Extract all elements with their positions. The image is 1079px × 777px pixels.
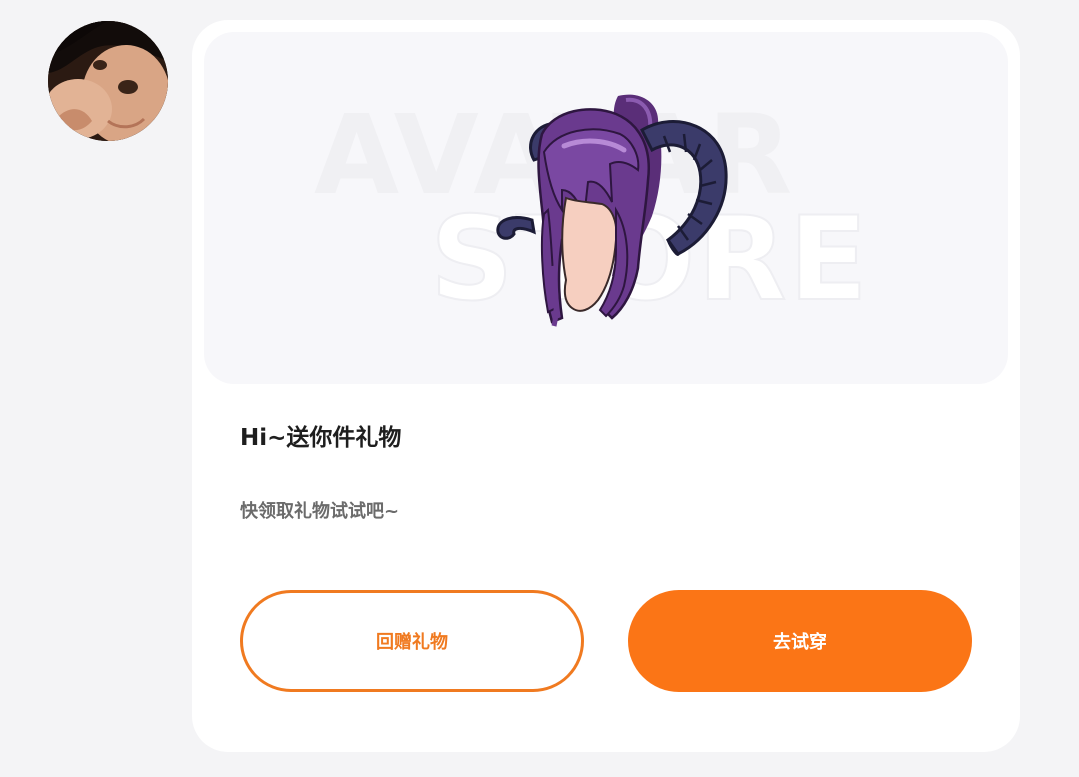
horned-hair-accessory-icon (496, 94, 728, 327)
try-on-button[interactable]: 去试穿 (628, 590, 972, 692)
return-gift-label: 回赠礼物 (376, 632, 448, 653)
gift-subtitle: 快领取礼物试试吧~ (240, 501, 400, 522)
gift-card: AVATAR STORE Hi~送你件礼物 快 (192, 20, 1020, 752)
sender-avatar[interactable] (48, 21, 168, 141)
item-preview: AVATAR STORE (204, 32, 1008, 384)
return-gift-button[interactable]: 回赠礼物 (240, 590, 584, 692)
try-on-label: 去试穿 (773, 632, 827, 653)
gift-title: Hi~送你件礼物 (240, 425, 402, 451)
user-avatar-photo-icon (48, 21, 168, 141)
